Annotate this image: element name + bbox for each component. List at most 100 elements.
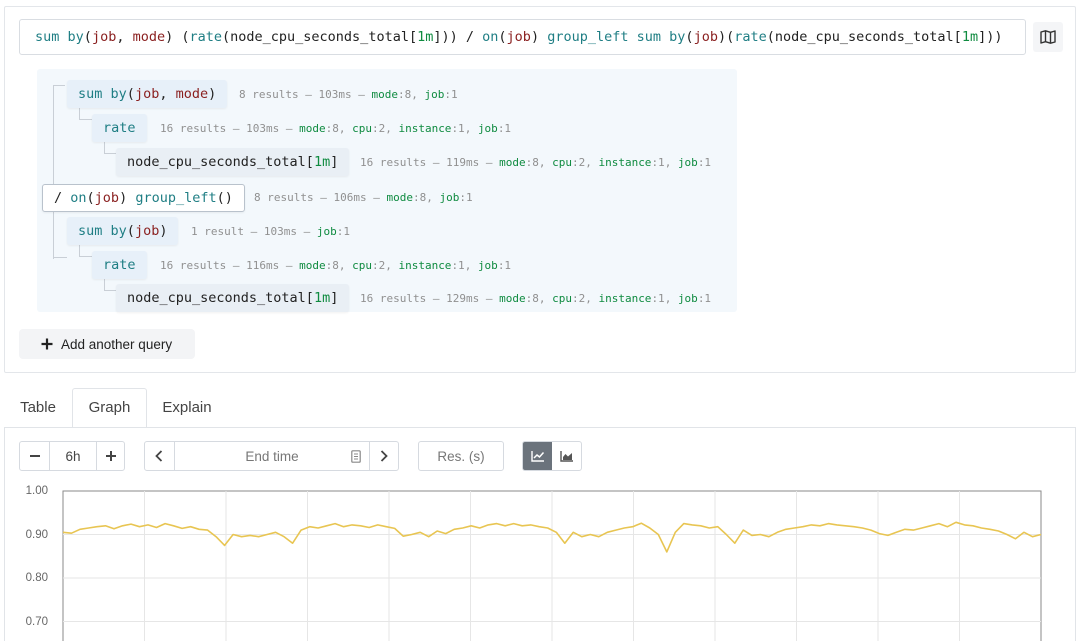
label-separator: , [338, 259, 353, 272]
query-token: sum [35, 29, 60, 45]
tab-graph[interactable]: Graph [72, 388, 147, 428]
end-time-back-button[interactable] [145, 442, 174, 470]
label-count: :1 [451, 122, 465, 135]
query-token: () [216, 190, 233, 206]
minus-icon [29, 455, 40, 457]
label-name: mode [299, 122, 326, 135]
query-token: by [110, 86, 127, 102]
area-chart-icon [559, 451, 573, 462]
range-increase-button[interactable] [96, 442, 124, 470]
tree-connector [53, 242, 67, 258]
label-separator: , [664, 292, 678, 305]
end-time-forward-button[interactable] [369, 442, 398, 470]
label-count: :8 [525, 292, 539, 305]
query-token: rate [103, 120, 136, 136]
expression-input[interactable]: sum by(job, mode) (rate(node_cpu_seconds… [19, 19, 1026, 55]
unstacked-button[interactable] [523, 442, 552, 470]
query-token: ( [498, 29, 507, 45]
query-token: sum [78, 223, 103, 239]
label-name: instance [398, 122, 452, 135]
label-name: cpu [552, 156, 572, 169]
label-count: :8 [325, 259, 339, 272]
label-count: :8 [412, 191, 427, 204]
query-token: (node_cpu_seconds_total[ [766, 29, 962, 45]
end-time-control: End time [144, 441, 399, 471]
label-count: :1 [336, 225, 350, 238]
stacked-button[interactable] [552, 442, 581, 470]
y-tick-label: 0.80 [25, 572, 48, 584]
plus-icon [41, 338, 53, 350]
stats-text: 16 results – 103ms – [160, 122, 300, 135]
stats-text: 16 results – 129ms – [360, 292, 500, 305]
query-token: by [669, 29, 686, 45]
stats-text: 16 results – 119ms – [360, 156, 500, 169]
end-time-input[interactable]: End time [173, 442, 369, 470]
query-token: rate [189, 29, 223, 45]
stats-text: 8 results – 103ms – [239, 88, 372, 101]
calendar-icon [351, 450, 361, 463]
explain-tree: sum by(job, mode) 8 results – 103ms – mo… [37, 69, 737, 312]
tree-node-selector[interactable]: node_cpu_seconds_total[1m] [116, 148, 350, 176]
tree-node-rate[interactable]: rate [92, 251, 147, 279]
label-count: :1 [651, 292, 665, 305]
label-name: instance [598, 292, 652, 305]
query-token: ) [119, 190, 136, 206]
label-separator: , [426, 191, 440, 204]
range-decrease-button[interactable] [20, 442, 49, 470]
query-token: ] [330, 290, 339, 306]
label-name: job [424, 88, 445, 101]
add-query-button[interactable]: Add another query [19, 329, 195, 359]
tree-node-sum-by-job[interactable]: sum by(job) [67, 217, 179, 245]
query-token: mode [132, 29, 166, 45]
label-name: cpu [352, 259, 372, 272]
label-name: job [477, 259, 498, 272]
label-count: :1 [451, 259, 465, 272]
range-input[interactable]: 6h [49, 442, 96, 470]
label-name: mode [499, 292, 526, 305]
query-token: node_cpu_seconds_total[ [127, 290, 314, 306]
query-token: job [134, 86, 160, 102]
tree-node-rate[interactable]: rate [92, 114, 147, 142]
tab-table[interactable]: Table [8, 388, 68, 428]
tree-node-sum-by-job-mode[interactable]: sum by(job, mode) [67, 80, 228, 108]
query-token: 1m [313, 154, 331, 170]
map-icon [1040, 30, 1056, 44]
tree-node-stats: 16 results – 116ms – mode:8, cpu:2, inst… [160, 259, 511, 273]
label-name: job [439, 191, 460, 204]
label-count: :8 [397, 88, 412, 101]
label-name: cpu [552, 292, 572, 305]
query-token: job [693, 29, 718, 45]
label-separator: , [385, 122, 399, 135]
tab-explain[interactable]: Explain [154, 388, 220, 428]
tree-connector [53, 85, 65, 86]
tree-node-binary-operator[interactable]: / on(job) group_left() [42, 184, 245, 212]
query-token: ( [685, 29, 694, 45]
query-token [102, 223, 110, 239]
query-token: , [116, 29, 133, 45]
resolution-input[interactable]: Res. (s) [418, 441, 504, 471]
label-separator: , [464, 259, 478, 272]
tree-node-selector[interactable]: node_cpu_seconds_total[1m] [116, 284, 350, 312]
chart-type-toggle [522, 441, 582, 471]
query-token: mode [175, 86, 209, 102]
tree-node-stats: 16 results – 119ms – mode:8, cpu:2, inst… [360, 156, 711, 170]
graph-chart: 1.00 0.90 0.80 0.70 [0, 478, 1080, 641]
label-name: mode [371, 88, 398, 101]
tree-connector [53, 85, 54, 259]
tree-node-stats: 8 results – 106ms – mode:8, job:1 [254, 191, 473, 205]
query-token: job [134, 223, 160, 239]
label-separator: , [585, 156, 599, 169]
label-separator: , [464, 122, 478, 135]
label-count: :1 [497, 259, 512, 272]
query-token: ( [126, 86, 135, 102]
label-name: cpu [352, 122, 372, 135]
query-token: , [159, 86, 176, 102]
label-separator: , [585, 292, 599, 305]
query-token: on [70, 190, 87, 206]
query-token: ] [330, 154, 339, 170]
stats-text: 8 results – 106ms – [254, 191, 387, 204]
label-separator: , [664, 156, 678, 169]
y-tick-label: 0.70 [25, 615, 48, 628]
query-token [628, 29, 636, 45]
explain-tree-toggle-button[interactable] [1033, 22, 1063, 52]
